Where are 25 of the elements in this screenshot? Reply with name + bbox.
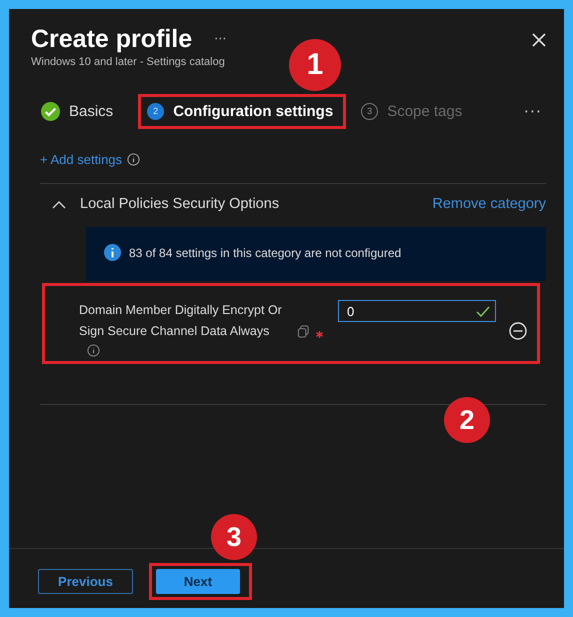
wizard-step-tab[interactable]: 3 Scope tags: [358, 94, 476, 128]
previous-button[interactable]: Previous: [38, 569, 133, 594]
add-settings-link[interactable]: + Add settings: [40, 152, 122, 167]
check-circle-icon: [41, 102, 60, 120]
info-icon: [104, 244, 121, 261]
setting-label: Domain Member Digitally Encrypt Or Sign Secure Channel Data Always: [79, 302, 283, 340]
category-title: Local Policies Security Options: [80, 196, 280, 212]
info-icon: [127, 153, 140, 166]
info-message: 83 of 84 settings in this category are not configured: [129, 246, 402, 260]
info-icon: [87, 344, 100, 357]
chevron-icon[interactable]: [52, 200, 66, 208]
close-icon[interactable]: [532, 32, 546, 46]
panel-title: Create profile: [31, 25, 192, 54]
next-button[interactable]: Next: [156, 569, 240, 594]
remove-icon[interactable]: [509, 322, 527, 340]
step-number: 2: [147, 102, 164, 120]
more-options-button[interactable]: ···: [214, 32, 227, 47]
panel-subtitle: Windows 10 and later - Settings catalog: [31, 55, 225, 68]
value-field[interactable]: 0: [338, 300, 496, 322]
step-number: 3: [361, 102, 378, 120]
wizard-step-tab[interactable]: Basics: [38, 92, 126, 130]
more-options-button[interactable]: ···: [524, 102, 542, 120]
remove-category-link[interactable]: Remove category: [432, 196, 546, 212]
copy-icon[interactable]: [297, 325, 310, 338]
wizard-step-tab[interactable]: 2 Configuration settings: [138, 94, 346, 128]
